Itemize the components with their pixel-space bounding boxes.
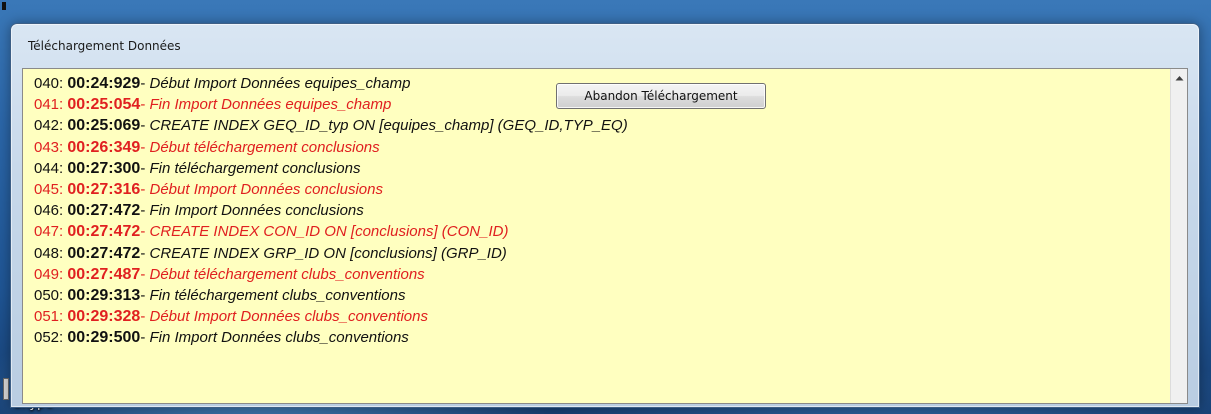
log-line-message: Fin Import Données equipes_champ <box>149 96 392 114</box>
log-line-separator: - <box>140 96 150 114</box>
log-line-separator: - <box>140 180 150 198</box>
log-line-message: Début Import Données equipes_champ <box>149 75 411 92</box>
log-line: 051: 00:29:328- Début Import Données clu… <box>34 306 1170 327</box>
log-line-message: Début Import Données clubs_conventions <box>149 308 429 326</box>
log-panel[interactable]: 040: 00:24:929- Début Import Données equ… <box>22 68 1188 404</box>
log-line-number: 049: <box>34 265 64 283</box>
log-line: 049: 00:27:487- Début téléchargement clu… <box>34 264 1170 285</box>
log-line-number: 042: <box>34 117 64 135</box>
log-line-message: CREATE INDEX CON_ID ON [conclusions] (CO… <box>149 223 509 241</box>
log-line: 046: 00:27:472- Fin Import Données concl… <box>34 200 1170 221</box>
log-line-message: CREATE INDEX GRP_ID ON [conclusions] (GR… <box>149 244 507 262</box>
log-line-time: 00:27:316 <box>67 180 141 198</box>
window-titlebar[interactable]: Téléchargement Données <box>11 24 1199 64</box>
log-line-time: 00:29:500 <box>67 329 141 347</box>
log-line-time: 00:25:054 <box>67 96 141 114</box>
log-line-separator: - <box>140 308 150 326</box>
desktop-edge-handle <box>3 378 9 400</box>
log-line-separator: - <box>140 202 150 220</box>
download-window: Téléchargement Données 040: 00:24:929- D… <box>10 23 1200 408</box>
log-line: 048: 00:27:472- CREATE INDEX GRP_ID ON [… <box>34 243 1170 264</box>
log-line: 043: 00:26:349- Début téléchargement con… <box>34 137 1170 158</box>
log-line-time: 00:26:349 <box>67 138 141 156</box>
log-line: 045: 00:27:316- Début Import Données con… <box>34 179 1170 200</box>
log-line-separator: - <box>140 244 150 262</box>
vertical-scrollbar[interactable] <box>1170 69 1187 403</box>
log-line-message: Début Import Données conclusions <box>149 180 383 198</box>
log-line-number: 040: <box>34 75 64 92</box>
log-line-separator: - <box>140 329 150 347</box>
log-line-separator: - <box>140 223 150 241</box>
log-line: 044: 00:27:300- Fin téléchargement concl… <box>34 158 1170 179</box>
log-line-time: 00:27:487 <box>67 265 141 283</box>
log-line-number: 050: <box>34 286 64 304</box>
log-line-message: Début téléchargement conclusions <box>149 138 380 156</box>
log-line-message: Fin téléchargement conclusions <box>149 159 361 177</box>
log-line-time: 00:27:300 <box>67 159 141 177</box>
scroll-up-button[interactable] <box>1171 69 1187 86</box>
log-line-number: 044: <box>34 159 64 177</box>
abandon-download-button[interactable]: Abandon Téléchargement <box>556 83 766 109</box>
log-line-message: Début téléchargement clubs_conventions <box>149 265 425 283</box>
log-line-time: 00:29:328 <box>67 308 141 326</box>
log-line-separator: - <box>140 159 150 177</box>
log-line-message: Fin téléchargement clubs_conventions <box>149 286 406 304</box>
log-line: 050: 00:29:313- Fin téléchargement clubs… <box>34 285 1170 306</box>
scroll-up-arrow-icon <box>1175 75 1183 80</box>
log-line-separator: - <box>140 286 150 304</box>
desktop-corner-mark <box>2 2 6 10</box>
log-line-separator: - <box>140 265 150 283</box>
log-line-number: 045: <box>34 180 64 198</box>
log-line-time: 00:25:069 <box>67 117 141 135</box>
log-line-number: 046: <box>34 202 64 220</box>
log-line-number: 051: <box>34 308 64 326</box>
log-line: 052: 00:29:500- Fin Import Données clubs… <box>34 327 1170 348</box>
log-line: 047: 00:27:472- CREATE INDEX CON_ID ON [… <box>34 221 1170 242</box>
log-line: 042: 00:25:069- CREATE INDEX GEQ_ID_typ … <box>34 115 1170 136</box>
log-line-number: 043: <box>34 138 64 156</box>
window-title: Téléchargement Données <box>28 39 181 53</box>
log-line-message: Fin Import Données conclusions <box>149 202 364 220</box>
log-line-time: 00:24:929 <box>67 75 141 92</box>
log-line-time: 00:27:472 <box>67 223 141 241</box>
log-line-separator: - <box>140 117 150 135</box>
log-line-number: 047: <box>34 223 64 241</box>
log-line-separator: - <box>140 75 150 92</box>
log-line-number: 048: <box>34 244 64 262</box>
log-line-number: 052: <box>34 329 64 347</box>
log-line-separator: - <box>140 138 150 156</box>
log-line-time: 00:29:313 <box>67 286 141 304</box>
log-list: 040: 00:24:929- Début Import Données equ… <box>23 69 1170 403</box>
log-line-time: 00:27:472 <box>67 202 141 220</box>
log-line-message: CREATE INDEX GEQ_ID_typ ON [equipes_cham… <box>149 117 628 135</box>
log-line-time: 00:27:472 <box>67 244 141 262</box>
log-line-number: 041: <box>34 96 64 114</box>
log-line-message: Fin Import Données clubs_conventions <box>149 329 409 347</box>
